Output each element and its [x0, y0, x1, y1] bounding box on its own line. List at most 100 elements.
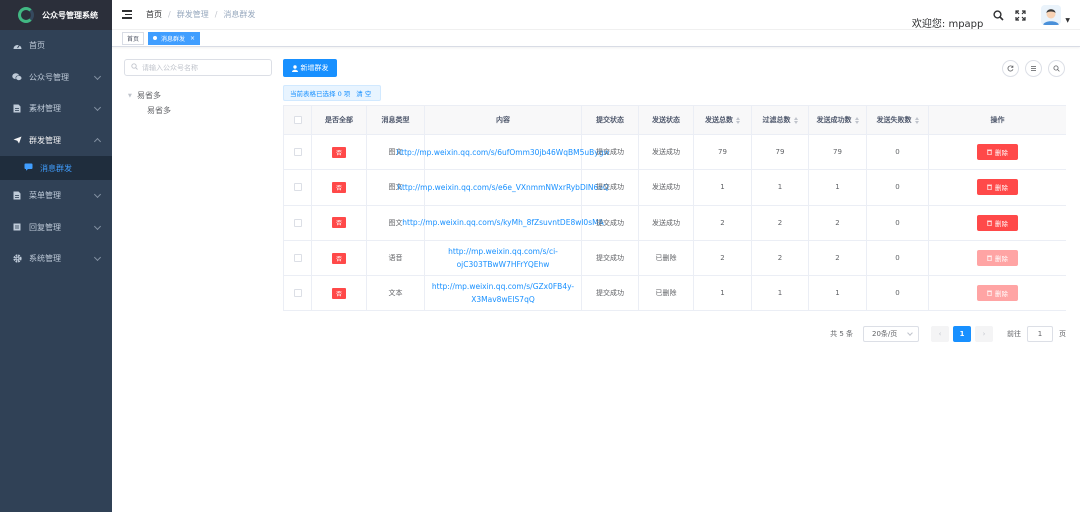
add-broadcast-button[interactable]: 新增群发	[283, 59, 337, 77]
column-header: 操作	[990, 116, 1005, 124]
welcome-text: 欢迎您: mpapp	[911, 18, 984, 30]
content-link[interactable]: http://mp.weixin.qq.com/s/GZx0FB4y-X3Mav…	[425, 280, 581, 306]
table-row: 否 图文 http://mp.weixin.qq.com/s/kyMh_8fZs…	[284, 205, 1066, 241]
refresh-button[interactable]	[1002, 60, 1019, 77]
tags-view: 首页 消息群发 ×	[112, 30, 1080, 47]
prev-page-button[interactable]: ‹	[931, 326, 949, 342]
row-checkbox[interactable]	[293, 254, 302, 263]
clear-selection-link[interactable]: 清 空	[356, 88, 371, 98]
sidebar-item-replies[interactable]: 回复管理	[0, 212, 112, 244]
tree-node-child[interactable]: 易省多	[128, 105, 171, 116]
send-status: 发送成功	[639, 135, 694, 170]
close-icon[interactable]: ×	[190, 35, 195, 42]
search-icon[interactable]	[991, 8, 1005, 22]
next-page-button[interactable]: ›	[975, 326, 993, 342]
chevron-up-icon	[93, 137, 102, 145]
app-title: 公众号管理系统	[42, 10, 98, 20]
delete-button[interactable]: 删除	[977, 144, 1018, 161]
hamburger-icon[interactable]	[122, 10, 132, 19]
sidebar-item-menus[interactable]: 菜单管理	[0, 180, 112, 212]
success-count: 2	[809, 240, 867, 276]
page-jump-input[interactable]	[1027, 326, 1053, 342]
tag-home[interactable]: 首页	[122, 31, 145, 45]
breadcrumb-item[interactable]: 群发管理	[177, 9, 209, 20]
sort-icon[interactable]	[736, 116, 740, 124]
row-checkbox[interactable]	[293, 289, 302, 298]
sidebar-item-label: 菜单管理	[29, 191, 61, 201]
caret-down-icon[interactable]: ▼	[128, 93, 137, 99]
sort-icon[interactable]	[854, 116, 859, 124]
sidebar-subitem-label: 消息群发	[40, 163, 72, 173]
row-checkbox[interactable]	[293, 183, 302, 192]
account-search-input[interactable]	[142, 63, 262, 72]
sidebar-item-broadcast[interactable]: 群发管理	[0, 125, 112, 157]
document-icon	[12, 191, 22, 200]
sidebar-item-accounts[interactable]: 公众号管理	[0, 62, 112, 94]
trash-icon	[987, 290, 992, 297]
sidebar-item-system[interactable]: 系统管理	[0, 243, 112, 275]
delete-label: 删除	[995, 290, 1008, 299]
fail-count: 0	[867, 276, 929, 311]
is-all-badge: 否	[331, 146, 346, 158]
breadcrumb: 首页 / 群发管理 / 消息群发	[146, 9, 255, 20]
fullscreen-icon[interactable]	[1013, 8, 1027, 22]
column-header-sortable[interactable]: 发送成功数	[809, 106, 867, 134]
list-icon	[12, 223, 22, 232]
delete-button[interactable]: 删除	[977, 214, 1018, 231]
avatar[interactable]	[1041, 5, 1062, 25]
is-all-badge: 否	[331, 287, 346, 299]
fail-count: 0	[867, 240, 929, 276]
tag-mass-message[interactable]: 消息群发 ×	[148, 31, 201, 45]
send-status: 已删除	[639, 240, 694, 276]
column-header-sortable[interactable]: 发送总数	[694, 106, 752, 134]
tree-node-root[interactable]: ▼ 易省多	[128, 90, 171, 101]
content-link[interactable]: http://mp.weixin.qq.com/s/e6e_VXnmmNWxrR…	[393, 181, 613, 194]
success-count: 1	[809, 170, 867, 205]
filter-count: 2	[752, 240, 809, 276]
total-count-text: 共 5 条	[830, 330, 853, 338]
sidebar-item-home[interactable]: 首页	[0, 30, 112, 62]
breadcrumb-separator: /	[214, 10, 218, 19]
column-header-label: 发送总数	[705, 116, 733, 124]
page-unit-label: 页	[1059, 330, 1066, 338]
delete-button[interactable]: 删除	[977, 179, 1018, 196]
caret-down-icon[interactable]: ▼	[1065, 17, 1070, 24]
page-size-select[interactable]: 20条/页	[863, 326, 919, 342]
search-icon	[131, 63, 138, 72]
row-checkbox[interactable]	[293, 218, 302, 227]
submit-status: 提交成功	[582, 240, 639, 276]
breadcrumb-item[interactable]: 首页	[146, 9, 162, 20]
send-status: 发送成功	[639, 205, 694, 240]
columns-button[interactable]	[1025, 60, 1042, 77]
column-header-sortable[interactable]: 过滤总数	[752, 106, 809, 134]
refresh-icon	[1007, 65, 1014, 72]
content-link[interactable]: http://mp.weixin.qq.com/s/ci-ojC303TBwW7…	[425, 245, 581, 271]
is-all-badge: 否	[331, 252, 346, 264]
sidebar-item-label: 回复管理	[29, 222, 61, 232]
column-header-sortable[interactable]: 发送失败数	[867, 106, 929, 134]
delete-label: 删除	[995, 219, 1008, 228]
chevron-down-icon	[93, 253, 102, 262]
sort-icon[interactable]	[914, 116, 919, 124]
sidebar-item-materials[interactable]: 素材管理	[0, 93, 112, 125]
page-number-current[interactable]: 1	[953, 326, 971, 342]
sort-icon[interactable]	[793, 116, 798, 124]
column-header: 提交状态	[582, 106, 639, 134]
select-all-checkbox[interactable]	[293, 116, 302, 124]
content-link[interactable]: http://mp.weixin.qq.com/s/6ufOmm30jb46Wq…	[392, 146, 613, 159]
success-count: 1	[809, 276, 867, 311]
wechat-icon	[12, 73, 22, 82]
table-row: 否 图文 http://mp.weixin.qq.com/s/e6e_VXnmm…	[284, 170, 1066, 206]
message-type: 语音	[367, 240, 425, 276]
search-toggle-button[interactable]	[1048, 60, 1065, 77]
broadcast-table: 是否全部 消息类型 内容 提交状态 发送状态 发送总数 过滤总数 发送成功数 发…	[283, 105, 1066, 312]
page-size-value: 20条/页	[872, 330, 898, 338]
logo[interactable]: 公众号管理系统	[0, 0, 112, 30]
tag-label: 首页	[127, 35, 140, 43]
content-link[interactable]: http://mp.weixin.qq.com/s/kyMh_8fZsuvntD…	[398, 216, 607, 229]
sidebar-subitem-mass-message[interactable]: 消息群发	[0, 156, 112, 180]
row-checkbox[interactable]	[293, 148, 302, 157]
column-header: 是否全部	[312, 106, 367, 134]
send-status: 已删除	[639, 276, 694, 311]
tag-label: 消息群发	[161, 35, 186, 43]
